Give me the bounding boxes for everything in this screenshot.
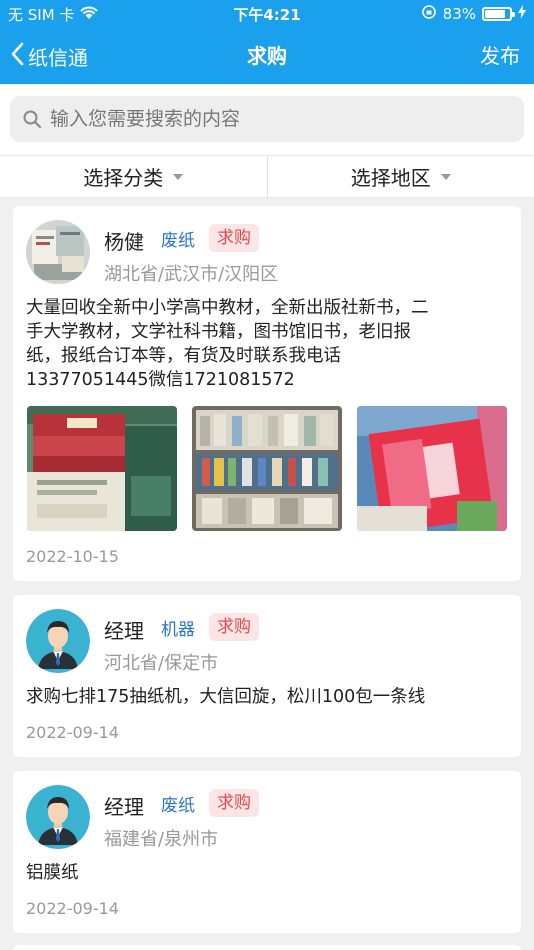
publish-button[interactable]: 发布 — [480, 28, 520, 84]
post-description: 铝膜纸 — [26, 863, 79, 883]
category-filter[interactable]: 选择分类 — [0, 156, 267, 197]
poster-name: 经理 — [104, 619, 144, 643]
post-description: 大量回收全新中小学高中教材，全新出版社新书，二 手大学教材，文学社科书籍，图书馆… — [26, 298, 429, 390]
post-region: 福建省/泉州市 — [104, 829, 219, 850]
post-card[interactable]: 杨健 废纸 求购 湖北省/武汉市/汉阳区 大量回收全新中小学高中教材，全新出版社… — [13, 206, 521, 581]
page-title: 求购 — [247, 44, 287, 68]
book-pile-photo[interactable] — [192, 406, 342, 531]
poster-name: 杨健 — [104, 230, 144, 254]
post-date: 2022-10-15 — [26, 547, 119, 566]
post-date: 2022-09-14 — [26, 723, 119, 742]
region-filter-label: 选择地区 — [350, 166, 431, 190]
battery-percent: 83% — [442, 5, 476, 23]
battery-icon — [482, 7, 515, 21]
caret-down-icon — [440, 173, 451, 180]
orientation-lock-icon — [421, 4, 437, 24]
search-input[interactable] — [50, 108, 490, 130]
category-label: 废纸 — [161, 231, 195, 251]
post-card[interactable]: 经理 废纸 求购 福建省/泉州市 铝膜纸 2022-09-14 — [13, 771, 521, 933]
post-region: 湖北省/武汉市/汉阳区 — [104, 264, 279, 285]
avatar — [26, 609, 90, 673]
poster-name: 经理 — [104, 795, 144, 819]
purchase-tag: 求购 — [209, 613, 259, 641]
category-label: 机器 — [161, 620, 195, 640]
category-label: 废纸 — [161, 796, 195, 816]
avatar — [26, 220, 90, 284]
post-card[interactable] — [13, 945, 521, 950]
region-filter[interactable]: 选择地区 — [266, 156, 534, 197]
search-icon — [22, 109, 42, 129]
top-bar: 无 SIM 卡 下午4:21 83% 纸信通 求购 发布 — [0, 0, 534, 84]
post-region: 河北省/保定市 — [104, 653, 219, 674]
search-area — [0, 84, 534, 155]
status-bar: 无 SIM 卡 下午4:21 83% — [0, 0, 534, 28]
charging-icon — [518, 5, 526, 23]
textbook-stack-photo[interactable] — [27, 406, 177, 531]
post-card[interactable]: 经理 机器 求购 河北省/保定市 求购七排175抽纸机，大信回旋，松川100包一… — [13, 595, 521, 757]
purchase-tag: 求购 — [209, 224, 259, 252]
purchase-tag: 求购 — [209, 789, 259, 817]
nav-bar: 纸信通 求购 发布 — [0, 28, 534, 84]
search-box[interactable] — [10, 96, 524, 142]
filter-bar: 选择分类 选择地区 — [0, 155, 534, 198]
textbook-cover-photo[interactable] — [357, 406, 507, 531]
post-date: 2022-09-14 — [26, 899, 119, 918]
post-description: 求购七排175抽纸机，大信回旋，松川100包一条线 — [26, 687, 426, 707]
caret-down-icon — [173, 173, 184, 180]
category-filter-label: 选择分类 — [83, 166, 164, 190]
avatar — [26, 785, 90, 849]
